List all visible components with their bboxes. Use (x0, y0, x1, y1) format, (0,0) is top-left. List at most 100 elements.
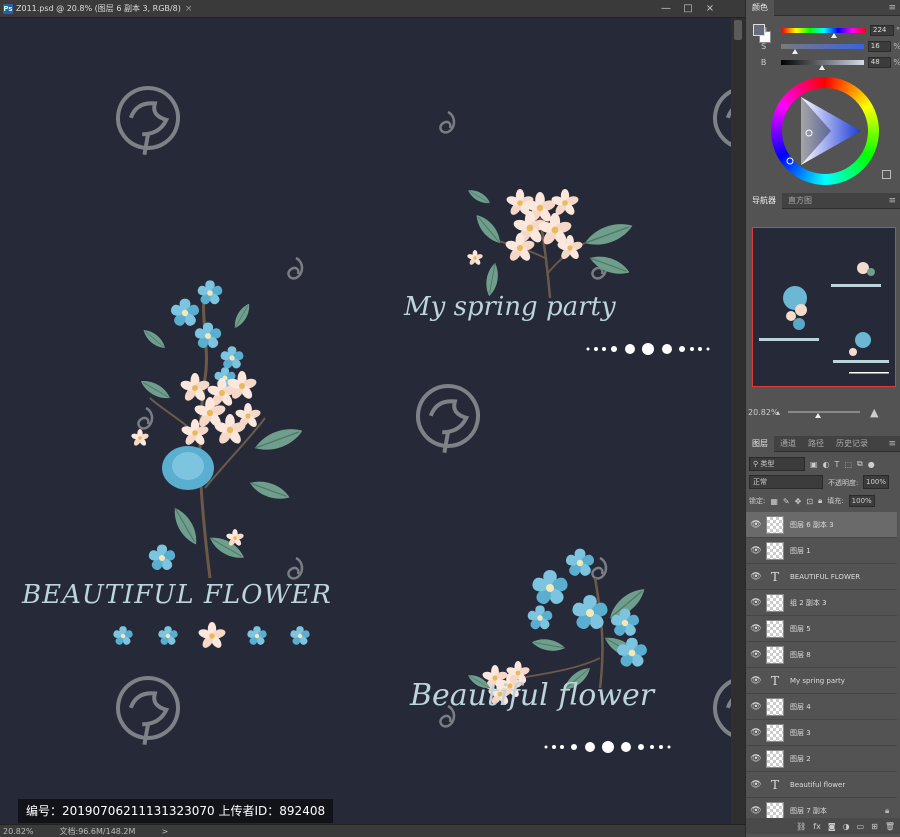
document-canvas[interactable]: BEAUTIFUL FLOWER My spring party Beautif… (0, 18, 731, 824)
visibility-eye-icon[interactable]: 👁︎ (746, 650, 766, 660)
lock-transparent-icon[interactable]: ▦ (770, 497, 778, 506)
document-close-button[interactable]: × (185, 4, 193, 14)
navigator-zoom-slider[interactable] (788, 411, 860, 418)
fill-input[interactable]: 100% (848, 495, 875, 507)
layer-name[interactable]: 图层 7 副本 (790, 806, 885, 816)
filter-smart-object-icon[interactable]: ⧉ (857, 459, 863, 469)
tab-history[interactable]: 历史记录 (830, 436, 874, 452)
layer-name[interactable]: My spring party (790, 677, 897, 685)
layer-row[interactable]: 👁︎ 图层 4 (746, 694, 897, 720)
layer-name[interactable]: BEAUTIFUL FLOWER (790, 573, 897, 581)
window-close-button[interactable]: × (699, 0, 721, 18)
color-wheel[interactable] (771, 77, 879, 185)
layer-name[interactable]: Beautiful flower (790, 781, 897, 789)
layer-row[interactable]: 👁︎ 图层 5 (746, 616, 897, 642)
delete-layer-icon[interactable]: 🗑︎ (885, 822, 895, 831)
navigator-panel-menu-icon[interactable]: ≡ (882, 193, 900, 209)
visibility-eye-icon[interactable]: 👁︎ (746, 728, 766, 738)
visibility-eye-icon[interactable]: 👁︎ (746, 780, 766, 790)
layer-name[interactable]: 组 2 副本 3 (790, 598, 897, 608)
visibility-eye-icon[interactable]: 👁︎ (746, 520, 766, 530)
new-group-icon[interactable]: ▭ (857, 822, 865, 831)
maximize-button[interactable]: □ (677, 0, 699, 18)
adjustment-layer-icon[interactable]: ◑ (843, 822, 850, 831)
filter-text-icon[interactable]: T (835, 460, 840, 469)
visibility-eye-icon[interactable]: 👁︎ (746, 754, 766, 764)
saturation-value[interactable]: 16 (867, 40, 892, 52)
visibility-eye-icon[interactable]: 👁︎ (746, 676, 766, 686)
filter-shape-icon[interactable]: ⬚ (844, 460, 852, 469)
window-controls: — □ × (655, 0, 721, 18)
tab-channels[interactable]: 通道 (774, 436, 802, 452)
tab-layers[interactable]: 图层 (746, 435, 774, 452)
new-layer-icon[interactable]: ⊞ (871, 822, 878, 831)
navigator-preview[interactable] (752, 227, 896, 387)
layer-row[interactable]: 👁︎ 图层 6 副本 3 (746, 512, 897, 538)
hue-slider[interactable] (782, 27, 866, 38)
saturation-slider[interactable] (781, 43, 864, 54)
blend-mode-select[interactable]: 正常 (749, 475, 823, 489)
tab-paths[interactable]: 路径 (802, 436, 830, 452)
layer-row[interactable]: 👁︎ 图层 8 (746, 642, 897, 668)
navigator-zoom-row: 20.82% ▴ ▲ (746, 404, 900, 420)
lock-artboard-icon[interactable]: ⊡ (806, 497, 813, 506)
color-panel-menu-icon[interactable]: ≡ (882, 0, 900, 16)
lock-paint-icon[interactable]: ✎ (783, 497, 790, 506)
layer-mask-icon[interactable]: ◙ (828, 822, 836, 831)
filter-pixel-icon[interactable]: ▣ (810, 460, 818, 469)
visibility-eye-icon[interactable]: 👁︎ (746, 806, 766, 816)
status-zoom[interactable]: 20.82% (3, 827, 34, 836)
layer-row[interactable]: 👁︎ 图层 2 (746, 746, 897, 772)
layer-filter-kind[interactable]: ⚲ 类型 (749, 457, 805, 471)
visibility-eye-icon[interactable]: 👁︎ (746, 702, 766, 712)
layer-row[interactable]: 👁︎ 图层 3 (746, 720, 897, 746)
hue-knob[interactable] (831, 32, 838, 38)
lock-move-icon[interactable]: ✥ (795, 497, 802, 506)
tab-navigator[interactable]: 导航器 (746, 192, 782, 209)
layer-row[interactable]: 👁︎ T BEAUTIFUL FLOWER (746, 564, 897, 590)
layer-name[interactable]: 图层 8 (790, 650, 897, 660)
layer-row[interactable]: 👁︎ T Beautiful flower (746, 772, 897, 798)
visibility-eye-icon[interactable]: 👁︎ (746, 598, 766, 608)
opacity-input[interactable]: 100% (863, 475, 889, 489)
layer-name[interactable]: 图层 2 (790, 754, 897, 764)
color-triangle[interactable] (771, 77, 879, 185)
color-panel-corner-icon[interactable] (882, 170, 891, 179)
navigator-zoom-knob[interactable] (815, 413, 822, 418)
layer-row[interactable]: 👁︎ 组 2 副本 3 (746, 590, 897, 616)
layer-row[interactable]: 👁︎ T My spring party (746, 668, 897, 694)
tab-histogram[interactable]: 直方图 (782, 193, 818, 209)
scroll-thumb[interactable] (734, 20, 742, 40)
layer-name[interactable]: 图层 1 (790, 546, 897, 556)
filter-adjustment-icon[interactable]: ◐ (823, 460, 830, 469)
layer-style-icon[interactable]: fx (813, 822, 821, 831)
status-arrow[interactable]: > (161, 827, 168, 836)
vertical-scrollbar[interactable] (731, 18, 745, 824)
link-layers-icon[interactable]: ⛓ (796, 822, 806, 831)
document-tab-title[interactable]: Z011.psd @ 20.8% (图层 6 副本 3, RGB/8) (16, 3, 181, 14)
visibility-eye-icon[interactable]: 👁︎ (746, 572, 766, 582)
layers-panel-menu-icon[interactable]: ≡ (882, 436, 900, 452)
navigator-zoom-value[interactable]: 20.82% (746, 408, 779, 417)
lock-all-icon[interactable]: 🔒︎ (818, 496, 822, 506)
text-layer-icon: T (770, 673, 779, 688)
status-doc-size: 文档:96.6M/148.2M (59, 826, 136, 836)
brightness-knob[interactable] (818, 64, 825, 70)
foreground-swatch[interactable] (753, 24, 765, 36)
brightness-slider[interactable] (781, 59, 864, 70)
tab-color[interactable]: 颜色 (746, 0, 774, 16)
layer-name[interactable]: 图层 3 (790, 728, 897, 738)
layer-name[interactable]: 图层 5 (790, 624, 897, 634)
layer-row[interactable]: 👁︎ 图层 1 (746, 538, 897, 564)
visibility-eye-icon[interactable]: 👁︎ (746, 624, 766, 634)
layer-name[interactable]: 图层 6 副本 3 (790, 520, 897, 530)
saturation-knob[interactable] (791, 48, 798, 54)
zoom-in-icon[interactable]: ▲ (870, 406, 878, 419)
minimize-button[interactable]: — (655, 0, 677, 18)
hue-value[interactable]: 224 (870, 24, 894, 36)
layer-name[interactable]: 图层 4 (790, 702, 897, 712)
zoom-out-icon[interactable]: ▴ (776, 408, 788, 417)
visibility-eye-icon[interactable]: 👁︎ (746, 546, 766, 556)
brightness-value[interactable]: 48 (867, 56, 892, 68)
filter-toggle-icon[interactable]: ● (868, 460, 875, 469)
